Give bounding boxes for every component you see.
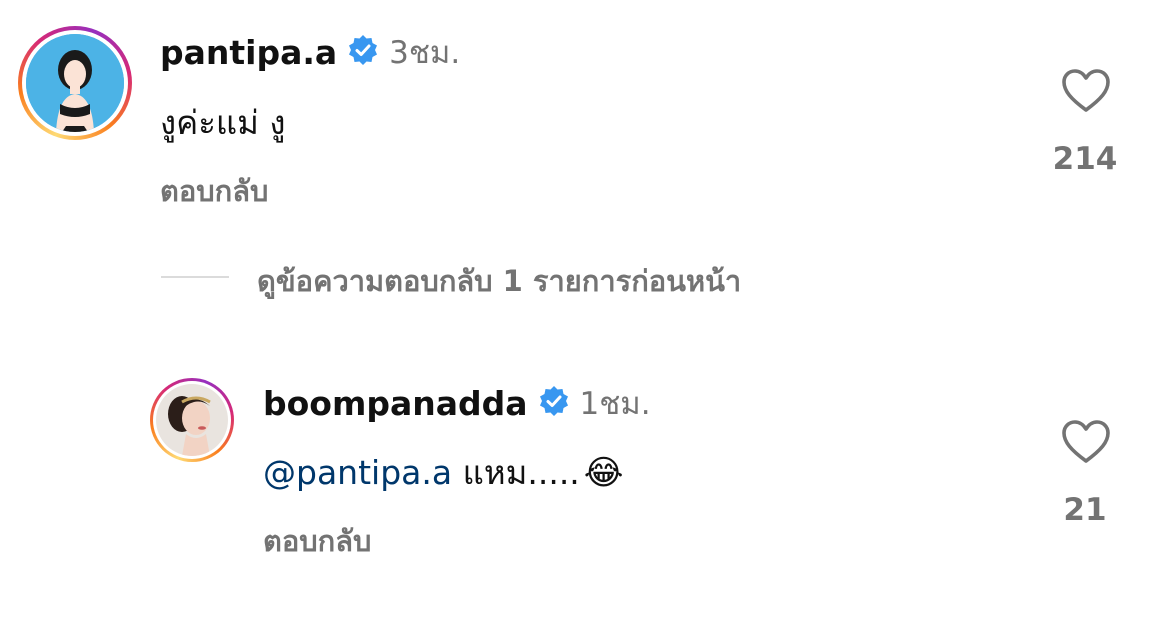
avatar-boompanadda bbox=[156, 384, 228, 456]
laughing-emoji-icon: 😂 bbox=[583, 452, 624, 493]
reply-username[interactable]: boompanadda bbox=[263, 384, 528, 423]
comment-time: 3ชม. bbox=[389, 35, 461, 71]
replies-divider bbox=[161, 276, 229, 278]
like-heart-icon[interactable] bbox=[1061, 419, 1111, 465]
avatar-photo bbox=[156, 384, 228, 456]
avatar-pantipa bbox=[26, 34, 124, 132]
avatar-ring-gap bbox=[153, 381, 231, 459]
verified-badge-icon bbox=[538, 385, 570, 421]
reply-time: 1ชม. bbox=[579, 386, 651, 422]
avatar-ring-boompanadda[interactable] bbox=[150, 378, 234, 462]
like-count: 21 bbox=[1063, 492, 1107, 528]
verified-badge-icon bbox=[347, 34, 379, 70]
reply-text: @pantipa.a แหม..... 😂 bbox=[263, 446, 624, 499]
avatar-ring-gap bbox=[22, 30, 128, 136]
comment-header: pantipa.a 3ชม. bbox=[160, 30, 460, 74]
reply-button[interactable]: ตอบกลับ bbox=[263, 518, 371, 564]
like-count: 214 bbox=[1052, 141, 1118, 177]
reply-button[interactable]: ตอบกลับ bbox=[160, 168, 268, 214]
mention-link[interactable]: @pantipa.a bbox=[263, 453, 452, 492]
reply-message: แหม..... bbox=[452, 453, 580, 492]
like-heart-icon[interactable] bbox=[1061, 68, 1111, 114]
comment-text: งูค่ะแม่ งู bbox=[160, 103, 286, 142]
reply-header: boompanadda 1ชม. bbox=[263, 381, 651, 425]
avatar-ring-pantipa[interactable] bbox=[18, 26, 132, 140]
view-previous-replies-button[interactable]: ดูข้อความตอบกลับ 1 รายการก่อนหน้า bbox=[257, 258, 741, 304]
comment-username[interactable]: pantipa.a bbox=[160, 33, 337, 72]
avatar-illustration bbox=[26, 34, 124, 132]
